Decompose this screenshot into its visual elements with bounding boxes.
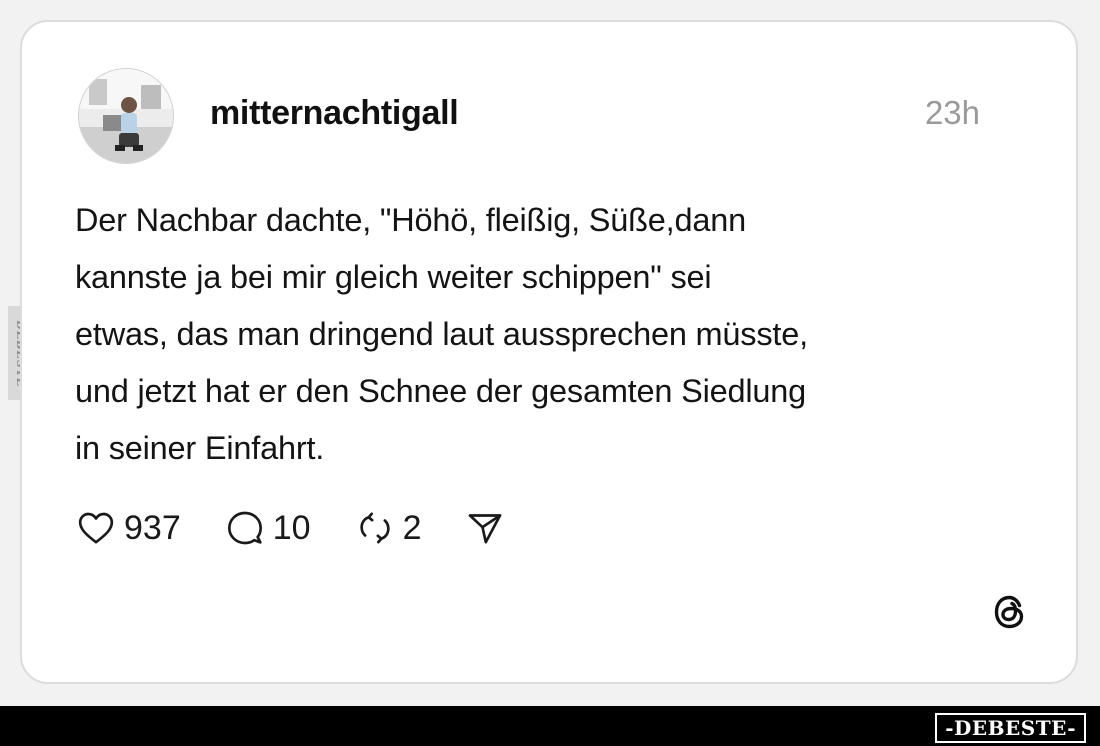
heart-icon bbox=[78, 512, 114, 544]
post-text-line: und jetzt hat er den Schnee der gesamten… bbox=[75, 373, 806, 409]
timestamp: 23h bbox=[924, 94, 980, 131]
avatar[interactable] bbox=[78, 68, 174, 164]
post-text-line: Der Nachbar dachte, "Höhö, fleißig, Süße… bbox=[75, 202, 746, 238]
repost-count: 2 bbox=[402, 508, 422, 547]
page: DEBESTE mitternachtigall 23h Der Nachbar… bbox=[0, 0, 1100, 746]
threads-logo-icon[interactable] bbox=[988, 590, 1032, 634]
comment-count: 10 bbox=[272, 508, 311, 547]
post-text-line: in seiner Einfahrt. bbox=[75, 430, 325, 466]
like-count: 937 bbox=[124, 508, 181, 547]
threads-logo-glyph bbox=[994, 595, 1024, 629]
repost-button[interactable]: 2 bbox=[355, 508, 422, 548]
username[interactable]: mitternachtigall bbox=[210, 94, 459, 133]
post-actions: 937 10 2 bbox=[76, 506, 549, 550]
footer-watermark-logo: -DEBESTE- bbox=[935, 713, 1086, 743]
like-button[interactable]: 937 bbox=[76, 508, 181, 548]
post-text: Der Nachbar dachte, "Höhö, fleißig, Süße… bbox=[75, 192, 1015, 477]
footer-bar: -DEBESTE- bbox=[0, 706, 1100, 746]
post-text-line: kannste ja bei mir gleich weiter schippe… bbox=[75, 259, 712, 295]
post-text-line: etwas, das man dringend laut aussprechen… bbox=[75, 316, 808, 352]
repost-icon bbox=[359, 512, 390, 544]
share-button[interactable] bbox=[465, 508, 505, 548]
post-card: mitternachtigall 23h Der Nachbar dachte,… bbox=[20, 20, 1078, 684]
comment-button[interactable]: 10 bbox=[225, 508, 311, 548]
comment-bubble-icon bbox=[227, 511, 262, 545]
avatar-photo bbox=[79, 69, 173, 163]
send-icon bbox=[469, 514, 502, 544]
